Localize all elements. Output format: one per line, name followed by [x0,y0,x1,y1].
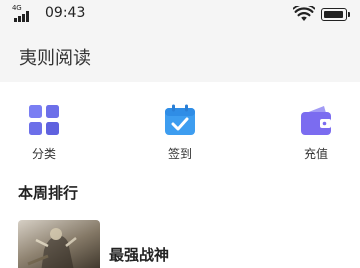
category-button[interactable]: 分类 [14,104,74,162]
header-area: 4G 09:43 夷则阅读 [0,0,360,82]
category-label: 分类 [31,147,56,161]
grid-icon [29,105,59,135]
calendar-check-icon [165,104,195,135]
status-time: 09:43 [45,5,86,21]
recharge-button[interactable]: 充值 [286,104,346,162]
battery-icon [321,8,350,21]
sign-in-label: 签到 [167,147,192,161]
recharge-label: 充值 [303,147,328,161]
app-title: 夷则阅读 [19,48,91,69]
sign-in-button[interactable]: 签到 [150,104,210,162]
signal-icon [14,11,32,22]
status-bar: 4G 09:43 [0,0,360,28]
book-title: 最强战神 [109,246,170,264]
wifi-icon [293,6,315,21]
wallet-icon [301,106,331,135]
book-cover [18,220,100,268]
list-item[interactable]: 最强战神 [0,220,360,268]
weekly-ranking-title: 本周排行 [18,184,79,202]
